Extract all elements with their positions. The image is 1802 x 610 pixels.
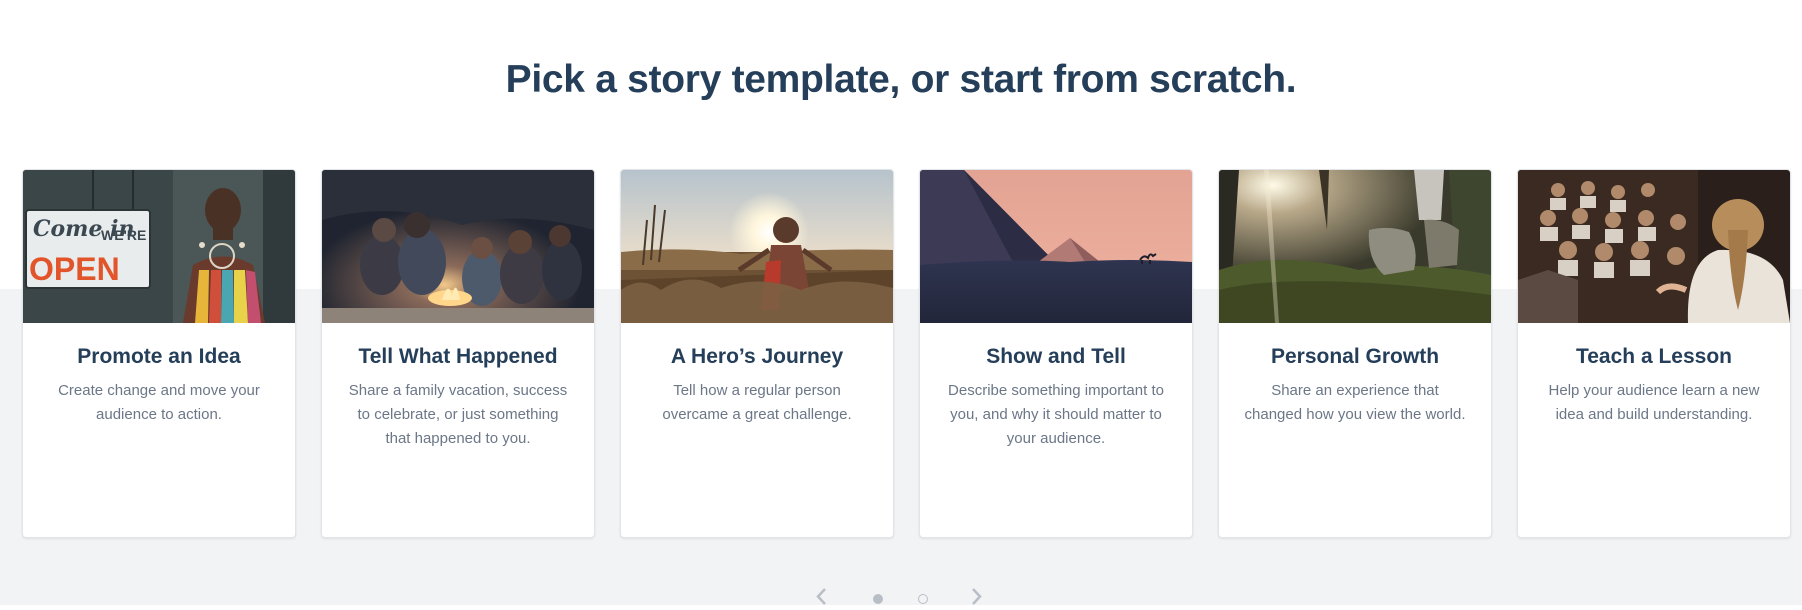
template-card-tell-what-happened[interactable]: Tell What Happened Share a family vacati… (321, 169, 595, 538)
template-thumbnail (1518, 170, 1790, 323)
chevron-left-icon[interactable] (814, 588, 828, 610)
pager-dot-1[interactable] (873, 594, 883, 604)
hiker-boots-trail-photo (1219, 170, 1491, 323)
pyramids-camel-sunset-photo (920, 170, 1192, 323)
card-title: Teach a Lesson (1575, 345, 1732, 368)
card-title: Show and Tell (986, 345, 1126, 368)
pager-dot-2[interactable] (918, 594, 928, 604)
sign-text-open: OPEN (29, 251, 120, 287)
card-title: Promote an Idea (77, 345, 241, 368)
template-card-personal-growth[interactable]: Personal Growth Share an experience that… (1218, 169, 1492, 538)
template-card-show-and-tell[interactable]: Show and Tell Describe something importa… (919, 169, 1193, 538)
card-description: Share a family vacation, success to cele… (348, 382, 568, 447)
template-thumbnail (920, 170, 1192, 323)
card-description: Create change and move your audience to … (58, 382, 260, 423)
template-thumbnail (621, 170, 893, 323)
card-description: Describe something important to you, and… (948, 382, 1164, 447)
card-description: Share an experience that changed how you… (1244, 382, 1466, 423)
page-title: Pick a story template, or start from scr… (505, 58, 1297, 101)
storefront-open-sign-woman-photo: Come in WE'RE OPEN (23, 170, 295, 323)
presenter-audience-theater-photo (1518, 170, 1790, 323)
sign-text-were: WE'RE (101, 227, 146, 243)
card-title: A Hero’s Journey (670, 345, 844, 368)
carousel-pager (810, 588, 992, 605)
template-thumbnail: Come in WE'RE OPEN (23, 170, 295, 323)
template-card-teach-a-lesson[interactable]: Teach a Lesson Help your audience learn … (1517, 169, 1791, 538)
card-description: Tell how a regular person overcame a gre… (662, 382, 852, 423)
chevron-right-icon[interactable] (970, 588, 984, 610)
campfire-group-photo (322, 170, 594, 323)
template-card-promote-an-idea[interactable]: Come in WE'RE OPEN Promote an Idea Creat… (22, 169, 296, 538)
template-card-list: Come in WE'RE OPEN Promote an Idea Creat… (22, 169, 1792, 538)
template-thumbnail (322, 170, 594, 323)
template-card-a-heros-journey[interactable]: A Hero’s Journey Tell how a regular pers… (620, 169, 894, 538)
card-description: Help your audience learn a new idea and … (1548, 382, 1760, 423)
child-in-wheat-field-photo (621, 170, 893, 323)
template-thumbnail (1219, 170, 1491, 323)
card-title: Personal Growth (1270, 345, 1440, 368)
card-title: Tell What Happened (358, 345, 558, 368)
